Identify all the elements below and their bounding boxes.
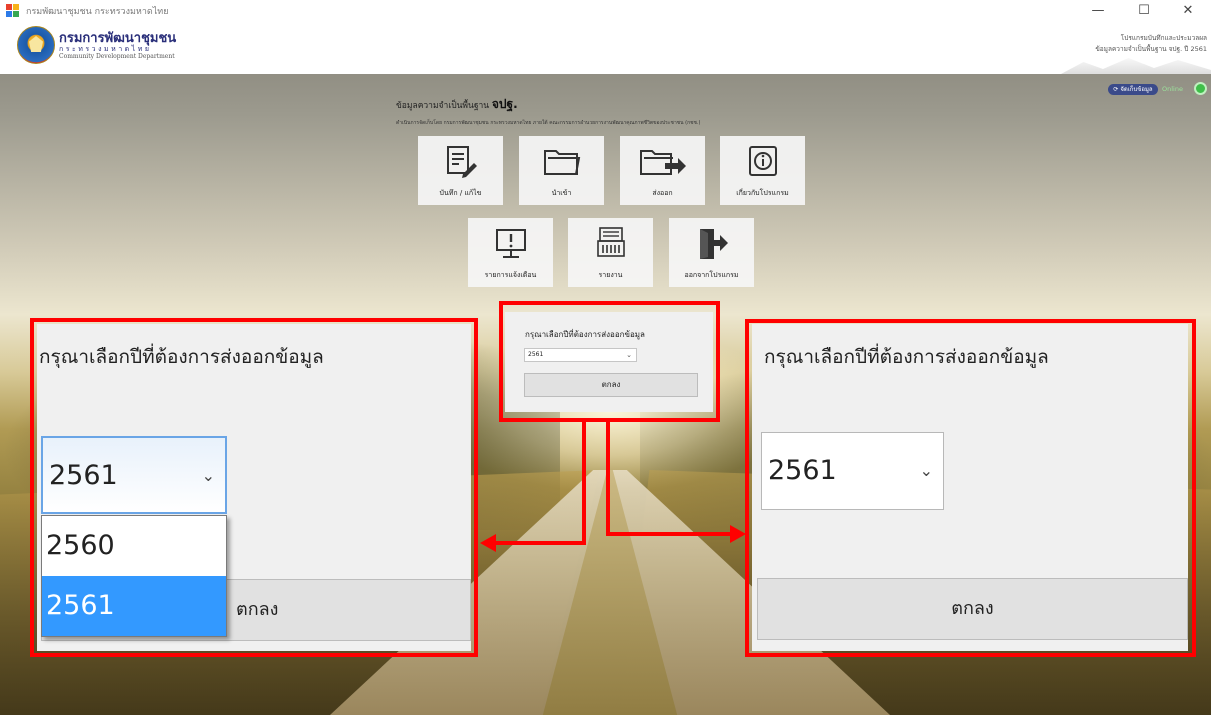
export-year-select[interactable]: 2561 ⌄ bbox=[524, 348, 637, 362]
arrow-right-icon bbox=[730, 525, 746, 543]
menu-tile-report[interactable]: รายงาน bbox=[568, 218, 653, 287]
zoom-left-dropdown-list: 2560 2561 bbox=[41, 515, 227, 637]
window-title: กรมพัฒนาชุมชน กระทรวงมหาดไทย bbox=[26, 7, 169, 17]
chevron-down-icon: ⌄ bbox=[201, 466, 215, 485]
folder-export-icon bbox=[639, 150, 686, 175]
folder-icon bbox=[543, 150, 580, 175]
zoom-right-ok-button[interactable]: ตกลง bbox=[757, 578, 1188, 640]
annotation-connector-left bbox=[582, 420, 586, 545]
zoom-left-ok-label: ตกลง bbox=[236, 599, 279, 620]
zoom-right-year-select[interactable]: 2561 ⌄ bbox=[761, 432, 944, 510]
minimize-button[interactable]: — bbox=[1075, 0, 1121, 22]
online-status-dot bbox=[1194, 82, 1207, 95]
menu-tile-import[interactable]: นำเข้า bbox=[519, 136, 604, 205]
page-title-prefix: ข้อมูลความจำเป็นพื้นฐาน bbox=[396, 101, 490, 111]
zoom-right-question: กรุณาเลือกปีที่ต้องการส่งออกข้อมูล bbox=[764, 346, 1049, 368]
annotation-connector-right-horizontal bbox=[606, 532, 732, 536]
menu-tile-edit-label: บันทึก / แก้ไข bbox=[439, 189, 482, 197]
dropdown-option-2560[interactable]: 2560 bbox=[42, 516, 226, 576]
chevron-down-icon: ⌄ bbox=[919, 461, 933, 480]
export-year-question: กรุณาเลือกปีที่ต้องการส่งออกข้อมูล bbox=[525, 330, 645, 339]
zoom-left-question: กรุณาเลือกปีที่ต้องการส่งออกข้อมูล bbox=[39, 346, 324, 368]
menu-tile-alerts[interactable]: รายการแจ้งเตือน bbox=[468, 218, 553, 287]
org-name-en: Community Development Department bbox=[59, 53, 175, 60]
window-titlebar: กรมพัฒนาชุมชน กระทรวงมหาดไทย — ☐ ✕ bbox=[0, 0, 1211, 22]
menu-tile-export-label: ส่งออก bbox=[652, 189, 673, 197]
zoom-left-select-value: 2561 bbox=[49, 460, 118, 491]
zoom-right-select-value: 2561 bbox=[768, 455, 837, 486]
page-description: ดำเนินการจัดเก็บโดย กรมการพัฒนาชุมชน กระ… bbox=[396, 120, 701, 126]
page-title-bold: จปฐ. bbox=[491, 97, 518, 111]
menu-tile-about[interactable]: เกี่ยวกับโปรแกรม bbox=[720, 136, 805, 205]
annotation-connector-left-horizontal bbox=[495, 541, 586, 545]
sync-label: จัดเก็บข้อมูล bbox=[1120, 86, 1153, 93]
edit-document-icon bbox=[446, 146, 477, 178]
app-header: กรมการพัฒนาชุมชน กระทรวงมหาดไทย Communit… bbox=[0, 22, 1211, 74]
menu-tile-alerts-label: รายการแจ้งเตือน bbox=[484, 271, 537, 279]
dropdown-option-2561[interactable]: 2561 bbox=[42, 576, 226, 636]
arrow-left-icon bbox=[480, 534, 496, 552]
menu-tile-import-label: นำเข้า bbox=[551, 189, 572, 197]
menu-tile-export[interactable]: ส่งออก bbox=[620, 136, 705, 205]
program-title-line-1: โปรแกรมบันทึกและประมวลผล bbox=[1120, 34, 1207, 42]
exit-icon bbox=[699, 229, 728, 259]
report-icon bbox=[596, 227, 625, 257]
department-seal-logo bbox=[17, 26, 55, 64]
export-year-dialog: กรุณาเลือกปีที่ต้องการส่งออกข้อมูล 2561 … bbox=[505, 312, 713, 412]
sync-button[interactable]: ⟳ จัดเก็บข้อมูล bbox=[1108, 84, 1158, 95]
app-icon bbox=[6, 4, 20, 18]
menu-tile-report-label: รายงาน bbox=[598, 271, 623, 279]
annotation-connector-right bbox=[606, 420, 610, 536]
maximize-button[interactable]: ☐ bbox=[1121, 0, 1167, 22]
menu-tile-edit[interactable]: บันทึก / แก้ไข bbox=[418, 136, 503, 205]
page-title: ข้อมูลความจำเป็นพื้นฐาน จปฐ. bbox=[396, 95, 518, 114]
header-mountain-graphic bbox=[1061, 58, 1211, 74]
menu-tile-exit[interactable]: ออกจากโปรแกรม bbox=[669, 218, 754, 287]
export-ok-button[interactable]: ตกลง bbox=[524, 373, 698, 397]
online-status-label: Online bbox=[1162, 85, 1183, 93]
monitor-alert-icon bbox=[495, 229, 526, 258]
close-button[interactable]: ✕ bbox=[1165, 0, 1211, 22]
info-icon bbox=[748, 146, 777, 176]
zoom-left-year-select[interactable]: 2561 ⌄ bbox=[41, 436, 227, 514]
export-year-select-value: 2561 bbox=[528, 351, 544, 358]
chevron-down-icon: ⌄ bbox=[626, 351, 632, 359]
program-title-line-2: ข้อมูลความจำเป็นพื้นฐาน จปฐ. ปี 2561 bbox=[1095, 45, 1207, 53]
menu-tile-exit-label: ออกจากโปรแกรม bbox=[684, 271, 739, 279]
menu-tile-about-label: เกี่ยวกับโปรแกรม bbox=[736, 189, 789, 197]
